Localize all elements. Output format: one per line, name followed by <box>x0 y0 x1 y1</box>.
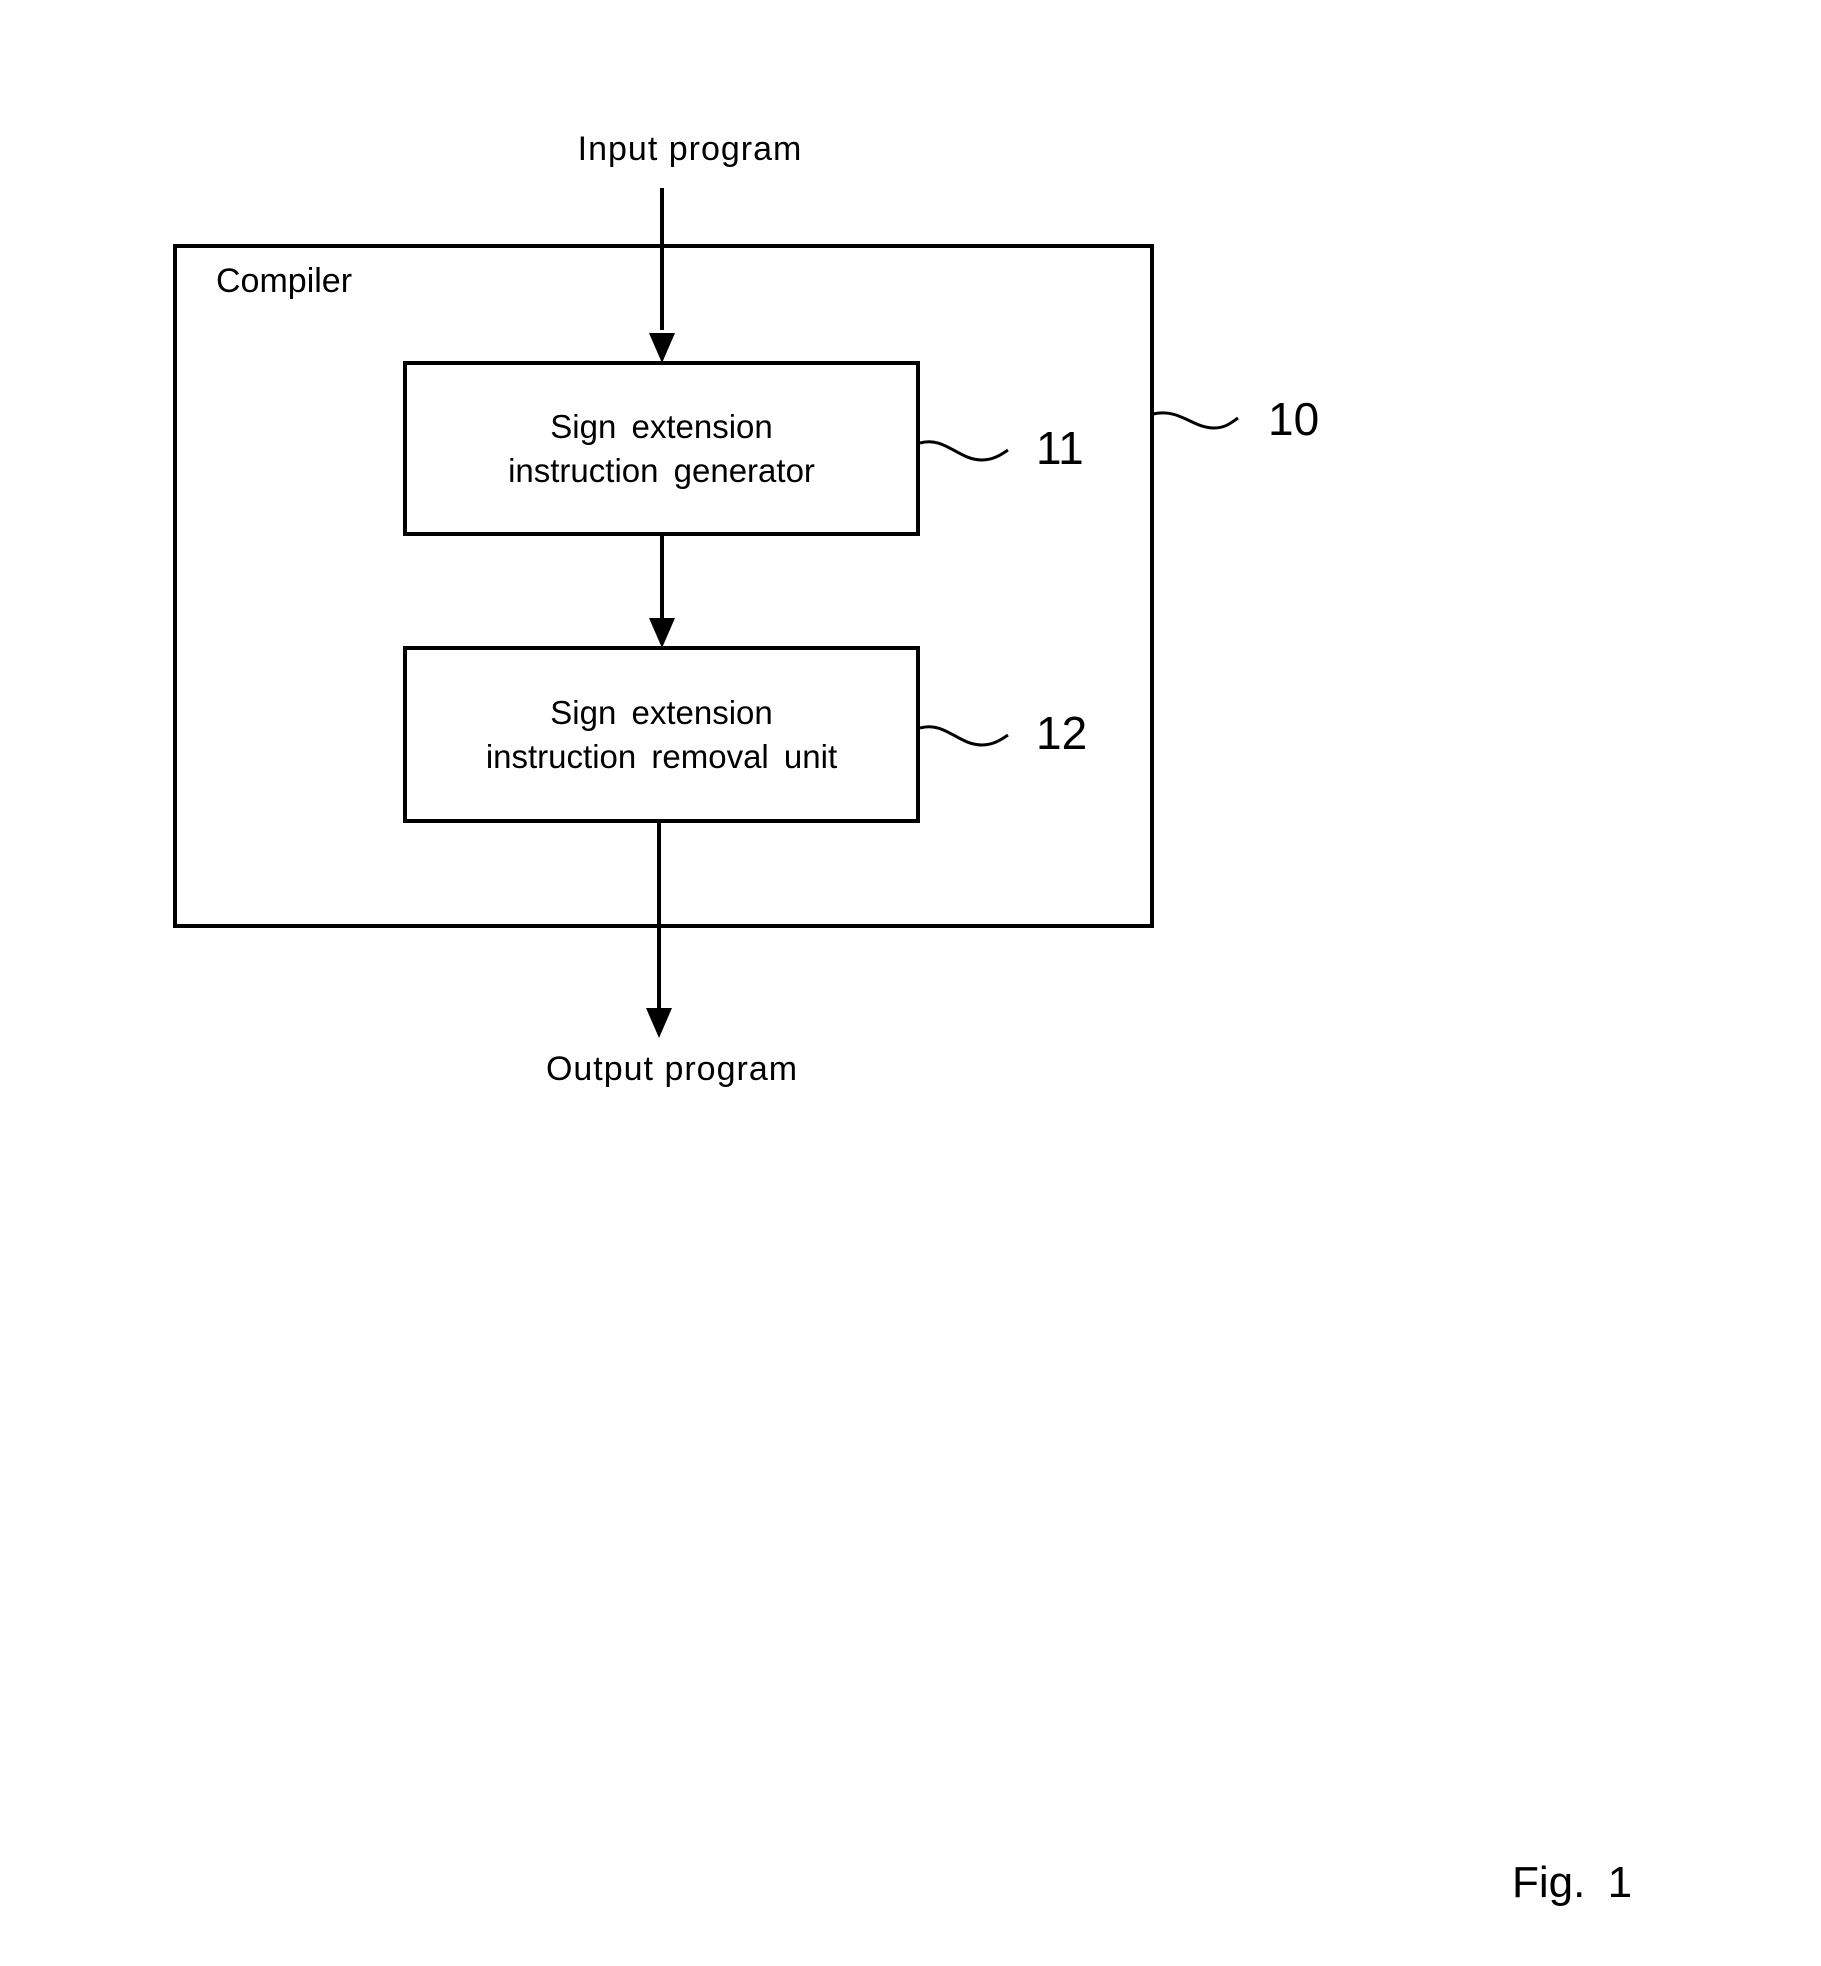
figure-label: Fig. 1 <box>1512 1858 1633 1907</box>
removal-unit-label-line-1: Sign extension <box>550 693 773 731</box>
generator-label: Sign extension instruction generator <box>405 363 918 534</box>
generator-label-line-1: Sign extension <box>550 407 773 445</box>
generator-label-line-2: instruction generator <box>508 451 815 489</box>
output-program-label: Output program <box>545 1050 799 1088</box>
removal-unit-label: Sign extension instruction removal unit <box>405 648 918 821</box>
ref-12-leader <box>919 725 1009 747</box>
ref-11-leader <box>919 440 1009 462</box>
removal-unit-label-line-2: instruction removal unit <box>485 737 838 775</box>
compiler-label: Compiler <box>216 262 353 300</box>
block-connector-arrowhead <box>649 618 675 648</box>
input-arrowhead <box>649 333 675 363</box>
output-arrowhead <box>646 1008 672 1038</box>
ref-10: 10 <box>1268 393 1320 445</box>
ref-12: 12 <box>1036 707 1088 759</box>
ref-10-leader <box>1152 411 1239 430</box>
input-program-label: Input program <box>577 130 803 168</box>
ref-11: 11 <box>1036 422 1084 474</box>
